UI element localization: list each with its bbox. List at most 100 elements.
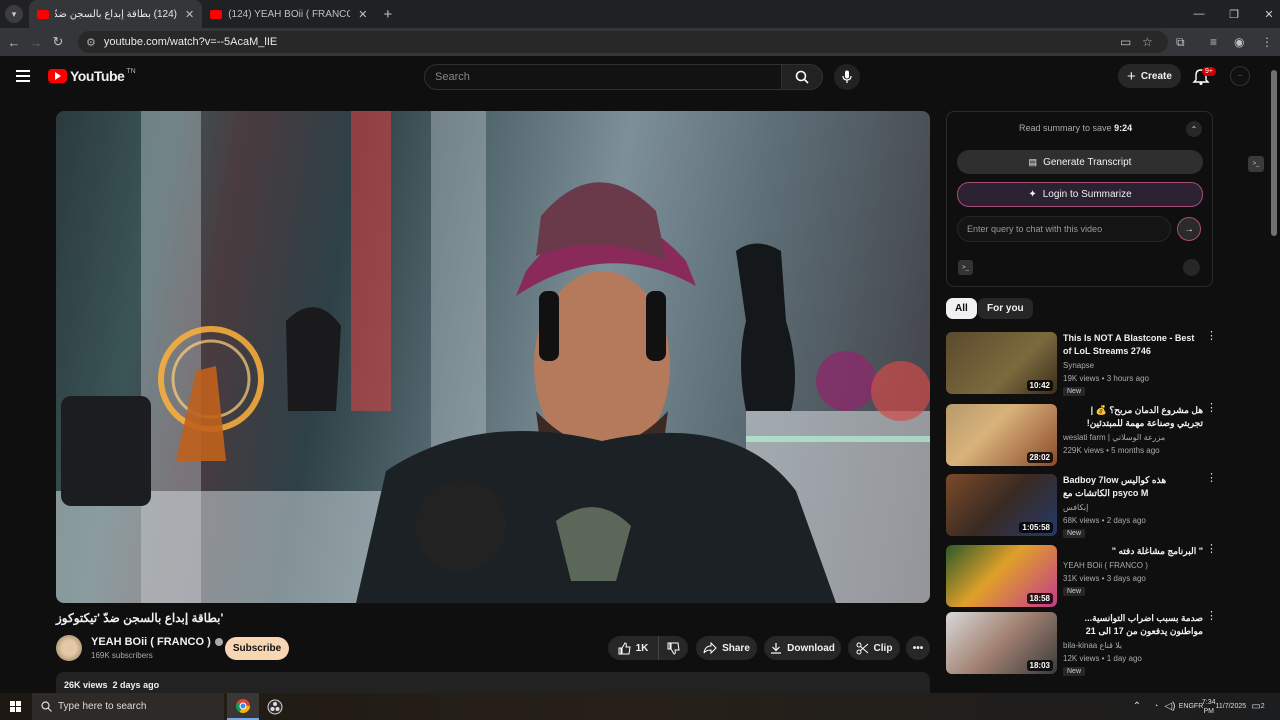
chip-all[interactable]: All: [946, 298, 977, 319]
tab-search-dropdown[interactable]: ▾: [5, 5, 23, 23]
video-thumbnail[interactable]: 10:42: [946, 332, 1057, 394]
voice-search-button[interactable]: [834, 64, 860, 90]
generate-transcript-button[interactable]: ▤ Generate Transcript: [957, 150, 1203, 174]
extension-logo-icon[interactable]: >_: [958, 260, 973, 275]
side-extension-icon[interactable]: >_: [1248, 156, 1264, 172]
youtube-favicon-icon: [37, 9, 49, 19]
collapse-chevron-icon[interactable]: ⌃: [1186, 121, 1202, 137]
search-input[interactable]: Search: [424, 64, 782, 90]
user-profile-icon[interactable]: [1183, 259, 1200, 276]
taskbar-search-input[interactable]: Type here to search: [32, 693, 224, 720]
like-count: 1K: [635, 642, 649, 654]
recommendation-title[interactable]: " البرنامج مشاغلة دفته ": [1063, 545, 1203, 558]
recommendation-meta: 19K views • 3 hours ago: [1063, 374, 1149, 383]
new-tab-button[interactable]: +: [383, 6, 392, 23]
more-options-icon[interactable]: ⋮: [1206, 331, 1217, 342]
recommendation-item[interactable]: 28:02 هل مشروع الدمان مربح؟ 💰 | تجربتي و…: [946, 403, 1226, 468]
summary-read-text: Read summary to save: [1019, 123, 1112, 133]
query-placeholder: Enter query to chat with this video: [967, 224, 1103, 234]
video-thumbnail[interactable]: 28:02: [946, 404, 1057, 466]
more-options-icon[interactable]: ⋮: [1206, 403, 1217, 414]
chrome-taskbar-icon[interactable]: [227, 693, 259, 720]
download-button[interactable]: Download: [764, 636, 841, 660]
recommendation-title[interactable]: Badboy 7low هذه كواليس الكاتشات مع psyco…: [1063, 474, 1203, 500]
tab-inactive[interactable]: (124) YEAH BOii ( FRANCO ) - Y ✕: [202, 0, 375, 28]
microphone-icon: [842, 70, 852, 83]
subscribe-button[interactable]: Subscribe: [225, 637, 289, 660]
recommendation-item[interactable]: 18:58 " البرنامج مشاغلة دفته " YEAH BOii…: [946, 544, 1226, 609]
account-avatar[interactable]: ◦◦: [1230, 66, 1250, 86]
channel-avatar[interactable]: [56, 635, 82, 661]
more-options-icon[interactable]: ⋮: [1206, 611, 1217, 622]
create-button[interactable]: + Create: [1118, 64, 1181, 88]
browser-tab-strip: ▾ (124) بطاقة إبداع بالسجن ضدّ 'تي ✕ (12…: [0, 0, 1280, 28]
video-thumbnail[interactable]: 18:58: [946, 545, 1057, 607]
chat-query-input[interactable]: Enter query to chat with this video: [957, 216, 1171, 242]
dislike-button[interactable]: [658, 636, 688, 660]
language-indicator[interactable]: ENG FR: [1179, 693, 1204, 720]
obs-taskbar-icon[interactable]: [259, 693, 291, 720]
close-tab-icon[interactable]: ✕: [358, 8, 367, 21]
volume-icon[interactable]: ◁): [1162, 693, 1178, 720]
youtube-logo[interactable]: YouTube TN: [48, 68, 136, 84]
new-badge: New: [1063, 587, 1086, 596]
omnibox[interactable]: ⚙ youtube.com/watch?v=--5AcaM_lIE: [78, 31, 1168, 53]
reading-list-icon[interactable]: ≡: [1210, 28, 1217, 56]
login-to-summarize-button[interactable]: ✦ Login to Summarize: [957, 182, 1203, 207]
cast-icon[interactable]: ▭: [1120, 28, 1131, 56]
more-options-icon[interactable]: ⋮: [1206, 473, 1217, 484]
video-player[interactable]: [56, 111, 930, 603]
page-scrollbar[interactable]: [1271, 70, 1277, 236]
recommendation-channel[interactable]: إبكافس: [1063, 503, 1088, 512]
browser-menu-icon[interactable]: ⋮: [1261, 28, 1273, 56]
duration-badge: 18:58: [1026, 593, 1053, 604]
recommendation-item[interactable]: 18:03 صدمة بسبب اضراب التوانسية... مواطن…: [946, 611, 1226, 676]
clock[interactable]: 7:34 PM 11/7/2025: [1202, 693, 1246, 720]
recommendation-meta: 229K views • 5 months ago: [1063, 446, 1160, 455]
clip-button[interactable]: Clip: [848, 636, 900, 660]
notification-count-badge: 9+: [1202, 67, 1216, 76]
reload-icon[interactable]: ↻: [47, 34, 69, 50]
menu-icon[interactable]: [16, 70, 30, 82]
more-actions-icon[interactable]: •••: [906, 636, 930, 660]
bookmark-star-icon[interactable]: ☆: [1142, 28, 1153, 56]
thumbs-up-icon: [618, 641, 631, 654]
like-button[interactable]: 1K: [608, 636, 658, 660]
recommendation-channel[interactable]: weslati farm | مزرعة الوسلاتي: [1063, 433, 1165, 442]
summary-save-time: 9:24: [1114, 123, 1133, 133]
recommendation-channel[interactable]: YEAH BOii ( FRANCO ): [1063, 561, 1148, 570]
recommendation-title[interactable]: هل مشروع الدمان مربح؟ 💰 | تجربتي وصناعة …: [1063, 404, 1203, 430]
profile-icon[interactable]: ◉: [1234, 28, 1244, 56]
share-label: Share: [722, 642, 750, 654]
recommendation-meta: 12K views • 1 day ago: [1063, 654, 1142, 663]
more-options-icon[interactable]: ⋮: [1206, 544, 1217, 555]
site-info-icon[interactable]: ⚙: [86, 36, 96, 49]
notification-count: 2: [1260, 703, 1265, 710]
close-window-button[interactable]: ✕: [1249, 0, 1280, 28]
recommendation-item[interactable]: 1:05:58 Badboy 7low هذه كواليس الكاتشات …: [946, 473, 1226, 538]
minimize-button[interactable]: —: [1179, 0, 1219, 28]
recommendation-channel[interactable]: Synapse: [1063, 361, 1094, 370]
close-tab-icon[interactable]: ✕: [185, 8, 194, 21]
recommendation-channel[interactable]: bila-kinaa بلا قناع: [1063, 641, 1122, 650]
tab-title: (124) YEAH BOii ( FRANCO ) - Y: [228, 8, 351, 20]
recommendation-title[interactable]: صدمة بسبب اضراب التوانسية... مواطنون يدف…: [1063, 612, 1203, 638]
share-button[interactable]: Share: [696, 636, 757, 660]
chip-for-you[interactable]: For you: [978, 298, 1033, 319]
send-arrow-icon[interactable]: →: [1177, 217, 1201, 241]
back-icon[interactable]: ←: [3, 35, 25, 50]
action-center-icon[interactable]: ▭ 2: [1250, 693, 1266, 720]
tray-chevron-icon[interactable]: ⌃: [1130, 693, 1144, 720]
restore-button[interactable]: ❐: [1214, 0, 1254, 28]
recommendation-title[interactable]: This Is NOT A Blastcone - Best of LoL St…: [1063, 332, 1203, 358]
search-button[interactable]: [781, 64, 823, 90]
channel-name[interactable]: YEAH BOii ( FRANCO ): [91, 636, 223, 648]
windows-start-icon[interactable]: [10, 701, 21, 712]
tab-active[interactable]: (124) بطاقة إبداع بالسجن ضدّ 'تي ✕: [29, 0, 203, 28]
recommendation-item[interactable]: 10:42 This Is NOT A Blastcone - Best of …: [946, 331, 1226, 396]
video-thumbnail[interactable]: 18:03: [946, 612, 1057, 674]
forward-icon[interactable]: →: [25, 35, 47, 50]
extensions-icon[interactable]: ⧉: [1176, 28, 1185, 56]
plus-icon: +: [1127, 67, 1136, 85]
video-thumbnail[interactable]: 1:05:58: [946, 474, 1057, 536]
